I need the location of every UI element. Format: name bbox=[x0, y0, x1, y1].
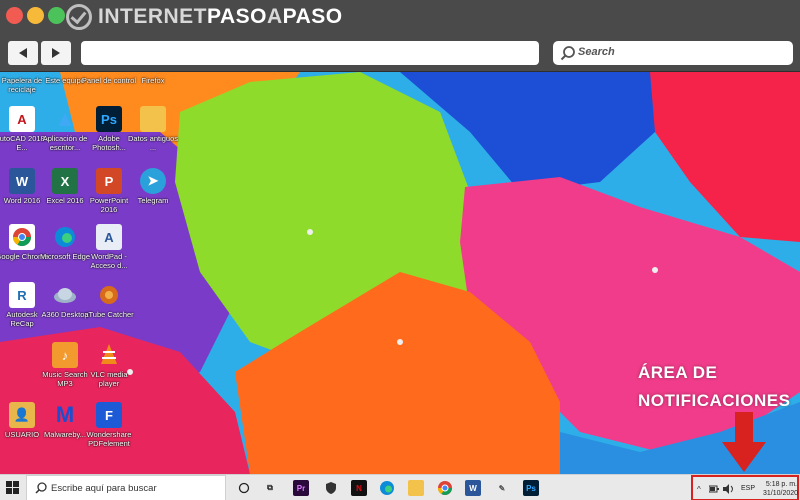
autocad-icon: A bbox=[9, 106, 35, 132]
notification-area: ^ ESP 5:18 p. m. 31/10/2020 bbox=[691, 475, 799, 500]
logo-word-a: A bbox=[266, 5, 283, 28]
excel-icon: X bbox=[52, 168, 78, 194]
windows-icon bbox=[6, 481, 19, 494]
browser-navbar: Search bbox=[0, 36, 800, 72]
icon-label: Telegram bbox=[137, 196, 169, 205]
start-button[interactable] bbox=[0, 475, 26, 500]
music-search-icon: ♪ bbox=[52, 342, 78, 368]
annotation-line-1: ÁREA DE bbox=[638, 363, 718, 382]
desktop-icon-atube[interactable]: aTube Catcher bbox=[81, 282, 137, 319]
pdfelement-icon: F bbox=[96, 402, 122, 428]
site-logo: INTERNETPASOAPASO bbox=[66, 4, 343, 30]
close-window-button[interactable] bbox=[6, 7, 23, 24]
search-icon bbox=[35, 482, 47, 494]
folder-icon bbox=[140, 106, 166, 132]
autodesk-app-icon: ▲ bbox=[54, 106, 76, 131]
security-icon[interactable] bbox=[323, 480, 339, 496]
wordpad-icon: A bbox=[96, 224, 122, 250]
word-taskbar-icon[interactable]: W bbox=[465, 480, 481, 496]
cortana-icon[interactable] bbox=[236, 480, 252, 496]
photoshop-taskbar-icon[interactable]: Ps bbox=[523, 480, 539, 496]
edge-taskbar-icon[interactable] bbox=[379, 480, 395, 496]
icon-label: VLC media player bbox=[90, 370, 128, 388]
icon-label: aTube Catcher bbox=[84, 310, 134, 319]
language-indicator[interactable]: ESP bbox=[741, 485, 755, 492]
maximize-window-button[interactable] bbox=[48, 7, 65, 24]
minimize-window-button[interactable] bbox=[27, 7, 44, 24]
paint-icon[interactable]: ✎ bbox=[494, 480, 510, 496]
word-icon: W bbox=[9, 168, 35, 194]
a360-icon bbox=[52, 282, 78, 308]
icon-label: Firefox bbox=[141, 76, 165, 85]
annotation-line-2: NOTIFICACIONES bbox=[638, 391, 791, 410]
arrow-left-icon bbox=[19, 48, 27, 58]
premiere-icon[interactable]: Pr bbox=[293, 480, 309, 496]
photoshop-icon: Ps bbox=[96, 106, 122, 132]
desktop: Papelera de reciclaje A AutoCAD 2018 - E… bbox=[0, 72, 800, 474]
arrow-down-icon bbox=[722, 412, 766, 472]
clock-date: 31/10/2020 bbox=[763, 490, 799, 497]
logo-word-paso: PASO bbox=[207, 5, 267, 28]
notification-area-annotation: ÁREA DE NOTIFICACIONES bbox=[638, 359, 790, 415]
logo-text: INTERNETPASOAPASO bbox=[98, 5, 343, 29]
desktop-icon-firefox[interactable]: Firefox bbox=[125, 74, 181, 85]
search-icon bbox=[560, 46, 575, 61]
taskbar-search-input[interactable]: Escribe aquí para buscar bbox=[26, 475, 226, 500]
icon-label: Wondershare PDFelement bbox=[86, 430, 132, 448]
telegram-icon: ➤ bbox=[140, 168, 166, 194]
user-folder-icon: 👤 bbox=[9, 402, 35, 428]
battery-icon[interactable] bbox=[709, 485, 719, 493]
icon-label: WordPad - Acceso d... bbox=[90, 252, 128, 270]
window-titlebar: INTERNETPASOAPASO bbox=[0, 0, 800, 36]
desktop-icon-wordpad[interactable]: A WordPad - Acceso d... bbox=[81, 224, 137, 270]
atube-icon bbox=[96, 282, 122, 308]
malwarebytes-icon: M bbox=[55, 402, 75, 427]
edge-icon bbox=[52, 224, 78, 250]
taskbar-search-placeholder: Escribe aquí para buscar bbox=[51, 483, 157, 494]
address-bar[interactable] bbox=[81, 41, 539, 65]
desktop-icon-vlc[interactable]: VLC media player bbox=[81, 342, 137, 388]
file-explorer-icon[interactable] bbox=[408, 480, 424, 496]
clock[interactable]: 5:18 p. m. 31/10/2020 bbox=[763, 480, 799, 498]
desktop-icon-pdfelement[interactable]: F Wondershare PDFelement bbox=[81, 402, 137, 448]
desktop-icon-datos-antiguos[interactable]: Datos antiguos ... bbox=[125, 106, 181, 152]
icon-label: Datos antiguos ... bbox=[127, 134, 179, 152]
task-view-icon[interactable]: ⧉ bbox=[262, 480, 278, 496]
logo-word-paso-2: PASO bbox=[282, 5, 343, 28]
arrow-right-icon bbox=[52, 48, 60, 58]
powerpoint-icon: P bbox=[96, 168, 122, 194]
taskbar: Escribe aquí para buscar ⧉ Pr N W ✎ Ps ^… bbox=[0, 474, 800, 500]
desktop-icon-telegram[interactable]: ➤ Telegram bbox=[125, 168, 181, 205]
vlc-icon bbox=[96, 342, 122, 368]
clock-time: 5:18 p. m. bbox=[765, 481, 797, 488]
show-hidden-icons-chevron-icon[interactable]: ^ bbox=[697, 485, 701, 494]
logo-word-internet: INTERNET bbox=[98, 5, 207, 28]
chrome-taskbar-icon[interactable] bbox=[437, 480, 453, 496]
volume-icon[interactable] bbox=[723, 484, 735, 494]
chrome-icon bbox=[9, 224, 35, 250]
checkmark-icon bbox=[66, 4, 92, 30]
forward-button[interactable] bbox=[41, 41, 71, 65]
netflix-icon[interactable]: N bbox=[351, 480, 367, 496]
recap-icon: R bbox=[9, 282, 35, 308]
back-button[interactable] bbox=[8, 41, 38, 65]
search-label: Search bbox=[578, 46, 615, 58]
search-input[interactable]: Search bbox=[553, 41, 793, 65]
